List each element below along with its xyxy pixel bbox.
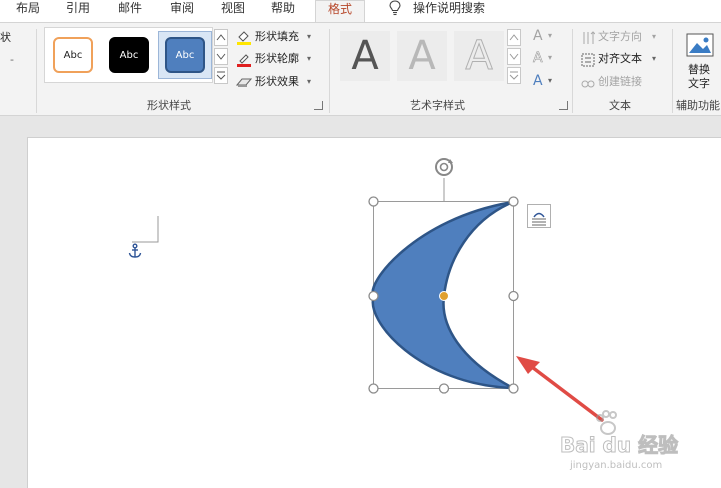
tell-me-search[interactable]: 操作说明搜索 (413, 0, 485, 22)
group-separator (36, 29, 37, 113)
ribbon-tab-bar: 布局 引用 邮件 审阅 视图 帮助 格式 操作说明搜索 (0, 0, 721, 22)
dropdown-arrow-icon[interactable]: ▾ (548, 72, 552, 90)
layout-options-icon (532, 212, 546, 226)
shape-fill-button[interactable]: 形状填充 (255, 28, 299, 46)
dropdown-arrow-icon[interactable]: ▾ (548, 49, 552, 67)
text-fill-button[interactable]: A (533, 27, 543, 45)
dropdown-arrow-icon[interactable]: ▾ (652, 50, 656, 68)
wordart-styles-launcher[interactable]: x (559, 101, 568, 110)
ribbon-format: 状 - Abc Abc Abc 形状填充 ▾ 形状轮廓 ▾ 形状效果 ▾ 形状样… (0, 22, 721, 116)
gallery-more-button[interactable] (214, 67, 228, 84)
watermark-brand: Bai du 经验 (559, 433, 679, 458)
shape-effects-button[interactable]: 形状效果 (255, 73, 299, 91)
shape-styles-launcher[interactable]: x (314, 101, 323, 110)
group-separator (329, 29, 330, 113)
gallery-scroll-down-button[interactable] (214, 48, 228, 65)
anchor-icon[interactable] (127, 243, 143, 259)
dropdown-arrow-icon[interactable]: ▾ (307, 28, 311, 46)
group-separator (572, 29, 573, 113)
rotate-handle-icon (435, 158, 453, 176)
shape-outline-button[interactable]: 形状轮廓 (255, 50, 299, 68)
dropdown-arrow-icon[interactable]: ▾ (307, 50, 311, 68)
tab-format[interactable]: 格式 (315, 0, 366, 22)
chevron-down-icon (509, 53, 519, 60)
wordart-scroll-up-button[interactable] (507, 29, 521, 46)
gallery-scroll-up-button[interactable] (214, 29, 228, 46)
layout-options-button[interactable] (527, 204, 551, 228)
shape-style-preset-blue[interactable]: Abc (165, 37, 205, 73)
lightbulb-icon (388, 0, 402, 16)
adjustment-handle (439, 291, 449, 301)
tab-mailings[interactable]: 邮件 (118, 0, 142, 22)
shape-effects-icon (235, 74, 253, 88)
alt-text-icon (685, 31, 715, 59)
text-effects-button[interactable]: A (533, 72, 543, 90)
create-link-button[interactable]: 创建链接 (598, 73, 642, 91)
align-text-button[interactable]: 对齐文本 (598, 50, 642, 68)
more-icon (216, 71, 226, 80)
tab-references[interactable]: 引用 (66, 0, 90, 22)
more-icon (509, 71, 519, 80)
dropdown-arrow-icon[interactable]: ▾ (307, 73, 311, 91)
text-group-label: 文本 (609, 99, 631, 112)
watermark-url: jingyan.baidu.com (570, 460, 663, 471)
cut-off-dropdown-arrow[interactable]: - (10, 51, 14, 69)
wordart-preset-light[interactable]: A (397, 31, 447, 81)
tab-layout[interactable]: 布局 (16, 0, 40, 22)
tab-help[interactable]: 帮助 (271, 0, 295, 22)
shape-style-preset-black[interactable]: Abc (109, 37, 149, 73)
shape-fill-icon (236, 29, 252, 45)
dropdown-arrow-icon[interactable]: ▾ (548, 27, 552, 45)
shape-style-preset-orange[interactable]: Abc (53, 37, 93, 73)
link-icon (581, 75, 595, 88)
text-outline-button[interactable]: A (533, 49, 543, 67)
text-direction-button[interactable]: 文字方向 (598, 28, 642, 46)
tab-review[interactable]: 审阅 (170, 0, 194, 22)
wordart-preset-dark[interactable]: A (340, 31, 390, 81)
wordart-more-button[interactable] (507, 67, 521, 84)
shape-styles-group-label: 形状样式 (147, 99, 191, 112)
alt-text-button-line2[interactable]: 文字 (688, 77, 710, 95)
shape-outline-icon (236, 51, 252, 67)
text-boundary-mark (132, 216, 159, 243)
wordart-styles-group-label: 艺术字样式 (410, 99, 465, 112)
chevron-up-icon (216, 34, 226, 41)
chevron-up-icon (509, 34, 519, 41)
text-direction-icon (581, 30, 596, 44)
cut-off-command-label[interactable]: 状 (0, 29, 11, 47)
group-separator (672, 29, 673, 113)
watermark: Bai du 经验 jingyan.baidu.com (559, 410, 720, 485)
align-text-icon (581, 52, 595, 67)
wordart-scroll-down-button[interactable] (507, 48, 521, 65)
tab-view[interactable]: 视图 (221, 0, 245, 22)
accessibility-group-label: 辅助功能 (676, 99, 720, 112)
dropdown-arrow-icon[interactable]: ▾ (652, 28, 656, 46)
chevron-down-icon (216, 53, 226, 60)
wordart-preset-outline[interactable]: A (454, 31, 504, 81)
moon-shape-selection[interactable] (360, 150, 530, 400)
